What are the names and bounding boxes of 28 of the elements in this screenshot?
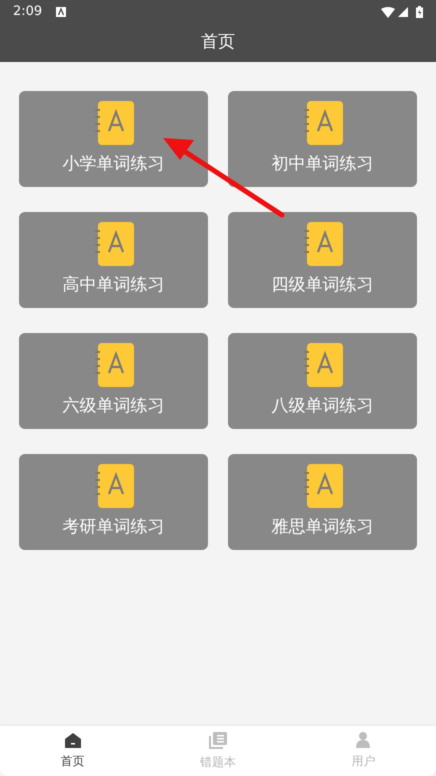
- status-time: 2:09: [13, 3, 42, 22]
- battery-icon: [416, 6, 423, 18]
- practice-card[interactable]: 四级单词练习: [228, 212, 417, 308]
- practice-card[interactable]: 小学单词练习: [19, 91, 208, 187]
- page-title: 首页: [201, 31, 235, 54]
- notebook-icon: [302, 101, 342, 145]
- nav-tab[interactable]: 首页: [0, 726, 146, 776]
- user-icon: [356, 732, 370, 748]
- practice-card[interactable]: 雅思单词练习: [228, 454, 417, 550]
- practice-card[interactable]: 初中单词练习: [228, 91, 417, 187]
- book-icon: [208, 732, 227, 748]
- notebook-icon: [94, 222, 134, 266]
- notebook-icon: [302, 343, 342, 387]
- notification-icon: [56, 7, 66, 17]
- notebook-icon: [94, 343, 134, 387]
- nav-tab[interactable]: 用户: [290, 726, 436, 776]
- wifi-icon: [381, 6, 395, 18]
- nav-tab[interactable]: 错题本: [145, 726, 291, 776]
- practice-card[interactable]: 八级单词练习: [228, 333, 417, 429]
- notebook-icon: [302, 222, 342, 266]
- notebook-icon: [94, 101, 134, 145]
- signal-icon: [398, 7, 408, 17]
- practice-card[interactable]: 高中单词练习: [19, 212, 208, 308]
- notebook-icon: [302, 464, 342, 508]
- notebook-icon: [94, 464, 134, 508]
- practice-card[interactable]: 考研单词练习: [19, 454, 208, 550]
- home-icon: [64, 732, 81, 748]
- practice-card[interactable]: 六级单词练习: [19, 333, 208, 429]
